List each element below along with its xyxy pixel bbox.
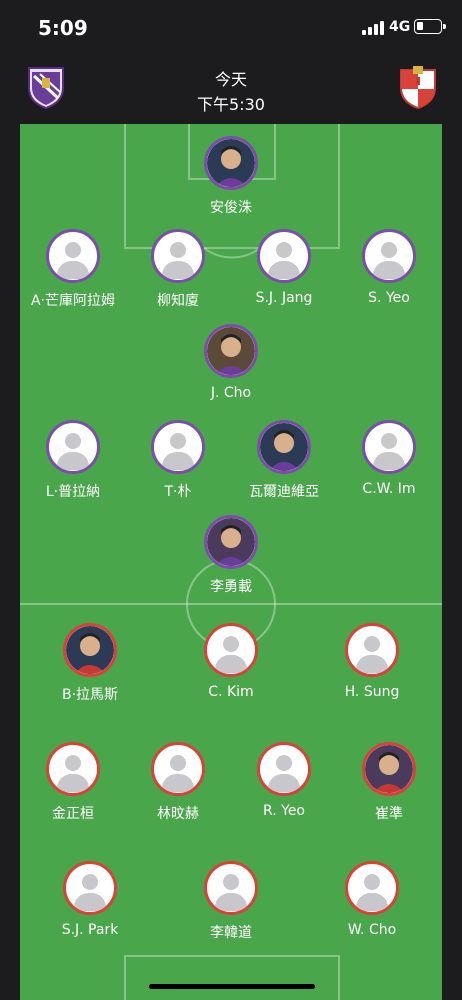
player-placeholder-icon bbox=[204, 623, 258, 677]
player-name: B·拉馬斯 bbox=[61, 687, 119, 703]
player-placeholder-icon bbox=[151, 742, 205, 796]
home-player[interactable]: C.W. Im bbox=[334, 420, 442, 504]
player-placeholder-icon bbox=[151, 229, 205, 283]
player-placeholder-icon bbox=[362, 229, 416, 283]
away-player[interactable]: B·拉馬斯 bbox=[35, 623, 145, 707]
away-player[interactable]: 李韓道 bbox=[176, 861, 286, 945]
player-placeholder-icon bbox=[46, 229, 100, 283]
player-name: 安俊洙 bbox=[210, 200, 252, 216]
away-player[interactable]: C. Kim bbox=[176, 623, 286, 707]
battery-icon bbox=[414, 19, 446, 34]
player-name: 崔準 bbox=[375, 806, 403, 822]
pitch: 安俊洙 A·芒庫阿拉姆 柳知廈 S.J. Jang S. Yeo J. Cho L·普拉納 T… bbox=[20, 124, 442, 1000]
away-team-crest-icon[interactable] bbox=[398, 64, 438, 110]
player-photo bbox=[204, 136, 258, 190]
player-placeholder-icon bbox=[345, 861, 399, 915]
home-player[interactable]: 李勇載 bbox=[176, 515, 286, 599]
player-placeholder-icon bbox=[257, 742, 311, 796]
player-name: C.W. Im bbox=[362, 481, 416, 497]
player-name: 李韓道 bbox=[210, 925, 252, 941]
signal-icon bbox=[362, 21, 384, 35]
player-placeholder-icon bbox=[362, 420, 416, 474]
player-name: 李勇載 bbox=[210, 579, 252, 595]
home-player[interactable]: S. Yeo bbox=[334, 229, 442, 313]
player-placeholder-icon bbox=[151, 420, 205, 474]
home-indicator bbox=[149, 984, 315, 989]
player-name: W. Cho bbox=[347, 922, 397, 938]
away-player[interactable]: S.J. Park bbox=[35, 861, 145, 945]
player-name: C. Kim bbox=[208, 684, 254, 700]
player-photo bbox=[257, 420, 311, 474]
player-placeholder-icon bbox=[63, 861, 117, 915]
status-time: 5:09 bbox=[38, 16, 88, 40]
away-player[interactable]: H. Sung bbox=[317, 623, 427, 707]
player-photo bbox=[204, 324, 258, 378]
match-time: 下午5:30 bbox=[197, 95, 265, 114]
player-name: S.J. Park bbox=[61, 922, 119, 938]
network-type: 4G bbox=[389, 19, 411, 35]
home-player[interactable]: 安俊洙 bbox=[176, 136, 286, 220]
player-name: H. Sung bbox=[344, 684, 400, 700]
player-photo bbox=[204, 515, 258, 569]
player-placeholder-icon bbox=[204, 861, 258, 915]
status-bar: 5:09 4G bbox=[0, 0, 462, 56]
match-day: 今天 bbox=[214, 70, 247, 89]
player-name: J. Cho bbox=[210, 385, 252, 401]
away-player[interactable]: W. Cho bbox=[317, 861, 427, 945]
player-placeholder-icon bbox=[345, 623, 399, 677]
player-photo bbox=[63, 623, 117, 677]
player-name: S. Yeo bbox=[368, 290, 410, 306]
player-placeholder-icon bbox=[257, 229, 311, 283]
match-header: 今天 下午5:30 bbox=[0, 56, 462, 124]
player-placeholder-icon bbox=[46, 742, 100, 796]
player-placeholder-icon bbox=[46, 420, 100, 474]
away-player[interactable]: 崔準 bbox=[334, 742, 442, 826]
player-photo bbox=[362, 742, 416, 796]
home-player[interactable]: J. Cho bbox=[176, 324, 286, 408]
